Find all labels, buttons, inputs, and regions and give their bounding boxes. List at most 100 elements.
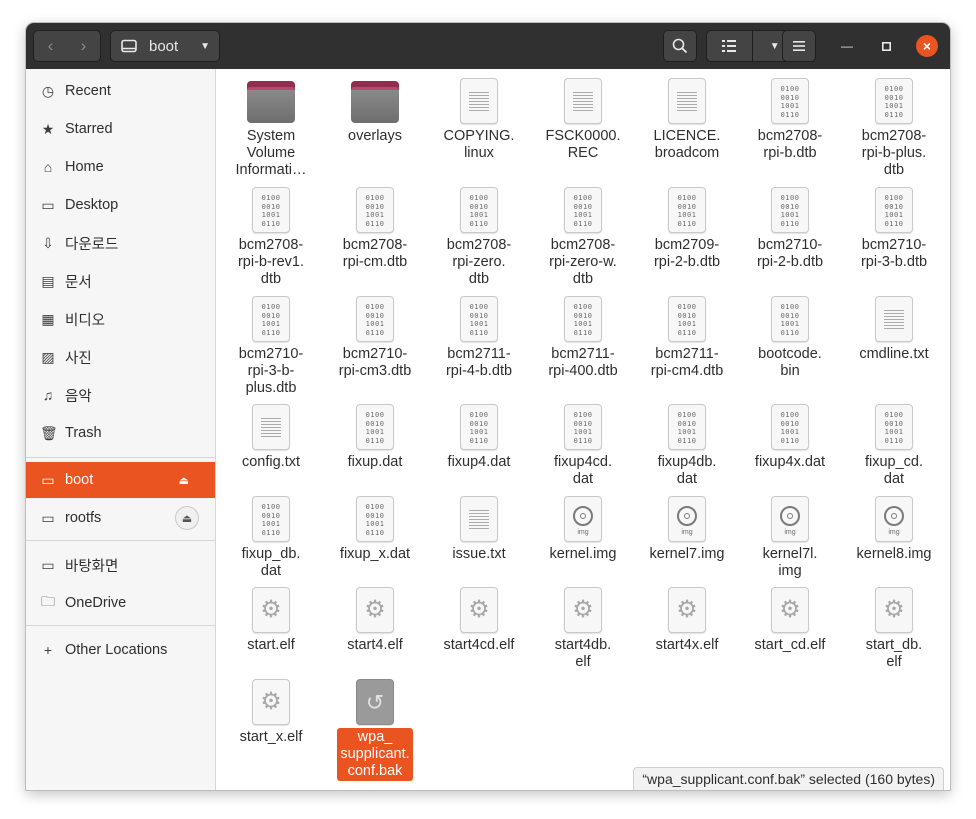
back-button[interactable]: ‹ xyxy=(34,31,67,61)
file-item[interactable]: FSCK0000. REC xyxy=(533,77,633,163)
sidebar-item-label: Recent xyxy=(65,83,111,99)
search-button[interactable] xyxy=(663,30,697,62)
eject-icon[interactable]: ⏏ xyxy=(175,506,199,530)
file-item[interactable]: img kernel.img xyxy=(533,495,633,564)
file-item[interactable]: 0100 0010 1001 0110 fixup4.dat xyxy=(429,403,529,472)
sidebar-item-other-locations[interactable]: + Other Locations xyxy=(26,632,215,668)
file-item[interactable]: ↺ wpa_ supplicant. conf.bak xyxy=(325,678,425,781)
backup-file-icon: ↺ xyxy=(351,678,399,726)
file-name: start_x.elf xyxy=(239,729,303,745)
file-item[interactable]: 0100 0010 1001 0110 fixup4x.dat xyxy=(740,403,840,472)
file-name: bcm2708- rpi-b-rev1. dtb xyxy=(237,237,305,287)
file-item[interactable]: 0100 0010 1001 0110 bcm2708- rpi-b.dtb xyxy=(740,77,840,163)
file-item[interactable]: config.txt xyxy=(221,403,321,472)
sidebar-item-music[interactable]: ♫ 음악 xyxy=(26,377,215,413)
file-item[interactable]: ⚙ start.elf xyxy=(221,586,321,655)
minimize-button[interactable]: — xyxy=(836,35,858,57)
history-nav: ‹ › xyxy=(33,30,101,62)
file-name: bcm2708- rpi-zero. dtb xyxy=(446,237,512,287)
file-item[interactable]: ⚙ start_x.elf xyxy=(221,678,321,747)
binary-file-icon: 0100 0010 1001 0110 xyxy=(870,403,918,451)
file-item[interactable]: 0100 0010 1001 0110 fixup.dat xyxy=(325,403,425,472)
file-name: bcm2708- rpi-b-plus. dtb xyxy=(861,128,927,178)
file-item[interactable]: 0100 0010 1001 0110 bcm2710- rpi-3-b.dtb xyxy=(844,186,944,272)
sidebar-item-boot[interactable]: ▭ boot ⏏ xyxy=(26,462,215,498)
file-item[interactable]: img kernel7l. img xyxy=(740,495,840,581)
music-icon: ♫ xyxy=(42,387,54,403)
file-item[interactable]: 0100 0010 1001 0110 fixup_cd. dat xyxy=(844,403,944,489)
file-item[interactable]: 0100 0010 1001 0110 bcm2708- rpi-b-rev1. dtb xyxy=(221,186,321,289)
video-icon: ▦ xyxy=(41,310,55,327)
file-item[interactable]: 0100 0010 1001 0110 fixup_x.dat xyxy=(325,495,425,564)
sidebar-item-label: Other Locations xyxy=(65,642,168,658)
sidebar-item-documents[interactable]: ▤ 문서 xyxy=(26,263,215,299)
file-item[interactable]: ⚙ start4cd.elf xyxy=(429,586,529,655)
file-item[interactable]: 0100 0010 1001 0110 bcm2711- rpi-cm4.dtb xyxy=(637,295,737,381)
file-item[interactable]: 0100 0010 1001 0110 bootcode. bin xyxy=(740,295,840,381)
sidebar-item-rootfs[interactable]: ▭ rootfs ⏏ xyxy=(26,500,215,536)
file-item[interactable]: cmdline.txt xyxy=(844,295,944,364)
file-item[interactable]: 0100 0010 1001 0110 fixup4db. dat xyxy=(637,403,737,489)
sidebar-item-trash[interactable]: 🗑 Trash xyxy=(26,415,215,451)
file-item[interactable]: LICENCE. broadcom xyxy=(637,77,737,163)
file-item[interactable]: ⚙ start4.elf xyxy=(325,586,425,655)
text-file-icon xyxy=(247,403,295,451)
file-item[interactable]: 0100 0010 1001 0110 fixup_db. dat xyxy=(221,495,321,581)
file-item[interactable]: img kernel7.img xyxy=(637,495,737,564)
file-name: start4x.elf xyxy=(655,637,719,653)
file-item[interactable]: ⚙ start4db. elf xyxy=(533,586,633,672)
file-item[interactable]: 0100 0010 1001 0110 bcm2711- rpi-400.dtb xyxy=(533,295,633,381)
list-view-button[interactable] xyxy=(707,31,752,61)
sidebar-item-downloads[interactable]: ⇩ 다운로드 xyxy=(26,225,215,261)
file-item[interactable]: System Volume Informati… xyxy=(221,77,321,180)
maximize-icon xyxy=(881,41,891,51)
eject-icon[interactable]: ⏏ xyxy=(179,474,189,487)
executable-gear-icon: ⚙ xyxy=(247,586,295,634)
sidebar-item-recent[interactable]: ◷ Recent xyxy=(26,73,215,109)
text-file-icon xyxy=(455,77,503,125)
file-name: bcm2709- rpi-2-b.dtb xyxy=(653,237,721,270)
file-item[interactable]: COPYING. linux xyxy=(429,77,529,163)
main-menu-button[interactable] xyxy=(782,30,816,62)
sidebar-item-starred[interactable]: ★ Starred xyxy=(26,111,215,147)
file-item[interactable]: 0100 0010 1001 0110 bcm2711- rpi-4-b.dtb xyxy=(429,295,529,381)
file-name: fixup4.dat xyxy=(447,454,511,470)
file-item[interactable]: 0100 0010 1001 0110 bcm2709- rpi-2-b.dtb xyxy=(637,186,737,272)
sidebar-item-home[interactable]: ⌂ Home xyxy=(26,149,215,185)
sidebar-item-label: rootfs xyxy=(65,510,102,526)
forward-button[interactable]: › xyxy=(67,31,100,61)
sidebar-item-onedrive[interactable]: 🗀 OneDrive xyxy=(26,585,215,621)
sidebar-item-desktop[interactable]: ▭ Desktop xyxy=(26,187,215,223)
search-icon xyxy=(672,38,688,54)
file-name: issue.txt xyxy=(452,546,506,562)
sidebar-item-desktop-bookmark[interactable]: ▭ 바탕화면 xyxy=(26,547,215,583)
file-item[interactable]: 0100 0010 1001 0110 bcm2708- rpi-b-plus. dtb xyxy=(844,77,944,180)
maximize-button[interactable] xyxy=(875,35,897,57)
file-name: COPYING. linux xyxy=(443,128,515,161)
file-name: FSCK0000. REC xyxy=(545,128,621,161)
file-item[interactable]: ⚙ start_db. elf xyxy=(844,586,944,672)
file-item[interactable]: 0100 0010 1001 0110 bcm2708- rpi-cm.dtb xyxy=(325,186,425,272)
file-item[interactable]: 0100 0010 1001 0110 bcm2708- rpi-zero. dtb xyxy=(429,186,529,289)
file-item[interactable]: 0100 0010 1001 0110 bcm2708- rpi-zero-w. dtb xyxy=(533,186,633,289)
binary-file-icon: 0100 0010 1001 0110 xyxy=(766,295,814,343)
file-item[interactable]: img kernel8.img xyxy=(844,495,944,564)
file-item[interactable]: 0100 0010 1001 0110 bcm2710- rpi-3-b-plus.dtb xyxy=(221,295,321,398)
home-icon: ⌂ xyxy=(43,159,53,175)
sidebar-item-pictures[interactable]: ▨ 사진 xyxy=(26,339,215,375)
binary-file-icon: 0100 0010 1001 0110 xyxy=(351,495,399,543)
folder-icon xyxy=(351,77,399,125)
close-button[interactable]: × xyxy=(916,35,938,57)
file-item[interactable]: ⚙ start_cd.elf xyxy=(740,586,840,655)
file-item[interactable]: overlays xyxy=(325,77,425,146)
file-item[interactable]: ⚙ start4x.elf xyxy=(637,586,737,655)
file-item[interactable]: issue.txt xyxy=(429,495,529,564)
file-item[interactable]: 0100 0010 1001 0110 bcm2710- rpi-2-b.dtb xyxy=(740,186,840,272)
sidebar-item-videos[interactable]: ▦ 비디오 xyxy=(26,301,215,337)
file-item[interactable]: 0100 0010 1001 0110 bcm2710- rpi-cm3.dtb xyxy=(325,295,425,381)
file-name: fixup.dat xyxy=(347,454,403,470)
download-icon: ⇩ xyxy=(42,234,54,251)
file-item[interactable]: 0100 0010 1001 0110 fixup4cd. dat xyxy=(533,403,633,489)
path-bar-button[interactable]: boot ▼ xyxy=(110,30,220,62)
clock-icon: ◷ xyxy=(41,82,55,99)
